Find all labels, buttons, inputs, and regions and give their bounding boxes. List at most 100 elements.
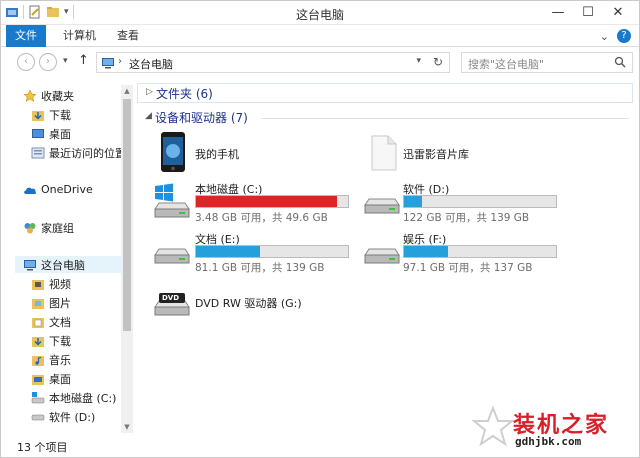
nav-item-videos[interactable]: 视频 — [31, 275, 71, 292]
nav-item-recent[interactable]: 最近访问的位置 — [31, 144, 126, 161]
device-name: 我的手机 — [195, 148, 239, 161]
recent-places-icon — [31, 147, 45, 158]
navigation-pane: 收藏夹 下载 桌面 最近访问的位置 OneDrive 家庭组 这台电脑 视频 图… — [1, 79, 135, 435]
document-icon — [371, 135, 397, 171]
address-dropdown-icon[interactable]: ▾ — [416, 56, 421, 66]
drive-e[interactable]: 文档 (E:) 81.1 GB 可用，共 139 GB — [149, 229, 359, 274]
windows-system-drive-icon — [154, 183, 190, 218]
refresh-icon[interactable]: ↻ — [433, 55, 443, 69]
drive-icon — [364, 198, 400, 214]
search-placeholder: 搜索"这台电脑" — [468, 58, 545, 71]
group-folders[interactable]: ▷ 文件夹 (6) — [137, 83, 633, 103]
tab-computer[interactable]: 计算机 — [63, 25, 96, 47]
nav-item-drive-d[interactable]: 软件 (D:) — [31, 408, 95, 425]
star-icon — [23, 88, 37, 102]
tab-file[interactable]: 文件 — [6, 25, 46, 47]
device-xunlei-library[interactable]: 迅雷影音片库 — [365, 131, 565, 175]
drive-usage-bar — [403, 245, 557, 258]
item-count: 13 个项目 — [17, 441, 68, 454]
breadcrumb-separator: › — [118, 56, 122, 67]
nav-onedrive[interactable]: OneDrive — [23, 181, 93, 198]
this-pc-icon — [24, 259, 36, 270]
close-button[interactable]: ✕ — [603, 3, 633, 23]
phone-icon — [161, 132, 185, 172]
nav-item-downloads[interactable]: 下载 — [31, 106, 71, 123]
ribbon: 文件 计算机 查看 ⌄ ? — [1, 25, 639, 47]
drive-icon — [154, 248, 190, 264]
title-bar: ▾ 这台电脑 — ☐ ✕ — [1, 1, 639, 25]
watermark: 装机之家 gdhjbk.com — [471, 401, 636, 456]
drive-usage-bar — [195, 245, 349, 258]
search-icon[interactable] — [614, 56, 626, 68]
help-icon[interactable]: ? — [617, 29, 631, 43]
nav-homegroup[interactable]: 家庭组 — [23, 219, 74, 236]
explorer-window: ▾ 这台电脑 — ☐ ✕ 文件 计算机 查看 ⌄ ? ‹ › ▾ ↑ › 这台电… — [0, 0, 640, 458]
drive-free-text: 97.1 GB 可用，共 137 GB — [403, 262, 533, 274]
desktop-icon — [32, 128, 44, 138]
nav-item-desktop-pc[interactable]: 桌面 — [31, 370, 71, 387]
group-title-devices: 设备和驱动器 (7) — [155, 111, 248, 125]
device-name: 迅雷影音片库 — [403, 148, 469, 161]
up-button[interactable]: ↑ — [78, 53, 89, 68]
window-controls: — ☐ ✕ — [543, 3, 633, 23]
drive-free-text: 81.1 GB 可用，共 139 GB — [195, 262, 325, 274]
drive-f[interactable]: 娱乐 (F:) 97.1 GB 可用，共 137 GB — [359, 229, 569, 274]
breadcrumb[interactable]: 这台电脑 — [129, 56, 173, 72]
chevron-right-icon: ▷ — [146, 87, 153, 97]
onedrive-cloud-icon — [24, 187, 37, 194]
scroll-thumb[interactable] — [123, 99, 131, 331]
drive-usage-bar — [195, 195, 349, 208]
drive-free-text: 122 GB 可用，共 139 GB — [403, 212, 530, 224]
nav-item-desktop[interactable]: 桌面 — [31, 125, 71, 142]
chevron-down-icon: ◢ — [145, 111, 152, 121]
drive-icon — [31, 414, 45, 420]
drive-usage-fill — [196, 246, 260, 257]
drive-usage-bar — [403, 195, 557, 208]
drive-usage-fill — [196, 196, 338, 207]
address-row: ‹ › ▾ ↑ › 这台电脑 ▾ ↻ 搜索"这台电脑" — [1, 49, 639, 77]
watermark-url: gdhjbk.com — [515, 435, 582, 448]
back-button[interactable]: ‹ — [17, 53, 35, 71]
content-pane: ▷ 文件夹 (6) ◢ 设备和驱动器 (7) 我的手机 迅雷影音片库 本地磁盘 … — [137, 79, 637, 431]
pictures-folder-icon — [32, 298, 44, 309]
scroll-down-icon[interactable]: ▼ — [121, 421, 133, 433]
desktop-folder-icon — [32, 374, 44, 385]
drive-name: DVD RW 驱动器 (G:) — [195, 297, 302, 310]
search-input[interactable]: 搜索"这台电脑" — [461, 52, 633, 73]
maximize-button[interactable]: ☐ — [573, 3, 603, 23]
music-folder-icon — [32, 355, 44, 366]
nav-item-music[interactable]: 音乐 — [31, 351, 71, 368]
recent-locations-icon[interactable]: ▾ — [63, 56, 68, 66]
drive-usage-fill — [404, 196, 423, 207]
downloads-folder-icon — [32, 336, 44, 347]
nav-item-documents[interactable]: 文档 — [31, 313, 71, 330]
nav-this-pc[interactable]: 这台电脑 — [15, 256, 121, 273]
videos-folder-icon — [32, 279, 44, 290]
documents-folder-icon — [32, 317, 44, 328]
scroll-up-icon[interactable]: ▲ — [121, 85, 133, 97]
homegroup-icon — [24, 222, 36, 233]
forward-button[interactable]: › — [39, 53, 57, 71]
drive-dvd[interactable]: DVD DVD RW 驱动器 (G:) — [149, 279, 359, 323]
downloads-folder-icon — [32, 110, 44, 121]
drive-c[interactable]: 本地磁盘 (C:) 3.48 GB 可用，共 49.6 GB — [149, 179, 359, 224]
nav-item-downloads-pc[interactable]: 下载 — [31, 332, 71, 349]
expand-ribbon-icon[interactable]: ⌄ — [600, 30, 609, 43]
drive-icon — [364, 248, 400, 264]
device-my-phone[interactable]: 我的手机 — [155, 131, 335, 175]
star-logo-icon — [471, 405, 515, 447]
drive-usage-fill — [404, 246, 449, 257]
nav-pane-scrollbar[interactable]: ▲ ▼ — [121, 85, 133, 433]
drive-d[interactable]: 软件 (D:) 122 GB 可用，共 139 GB — [359, 179, 569, 224]
dvd-label: DVD — [162, 294, 180, 302]
nav-item-pictures[interactable]: 图片 — [31, 294, 71, 311]
group-devices[interactable]: ◢ 设备和驱动器 (7) — [137, 108, 633, 128]
computer-icon — [102, 58, 114, 69]
system-drive-icon — [31, 391, 45, 403]
minimize-button[interactable]: — — [543, 3, 573, 23]
nav-item-drive-c[interactable]: 本地磁盘 (C:) — [31, 389, 116, 406]
address-bar[interactable]: › 这台电脑 ▾ ↻ — [96, 52, 450, 73]
drive-free-text: 3.48 GB 可用，共 49.6 GB — [195, 212, 328, 224]
nav-favorites[interactable]: 收藏夹 — [23, 87, 74, 104]
tab-view[interactable]: 查看 — [117, 25, 139, 47]
